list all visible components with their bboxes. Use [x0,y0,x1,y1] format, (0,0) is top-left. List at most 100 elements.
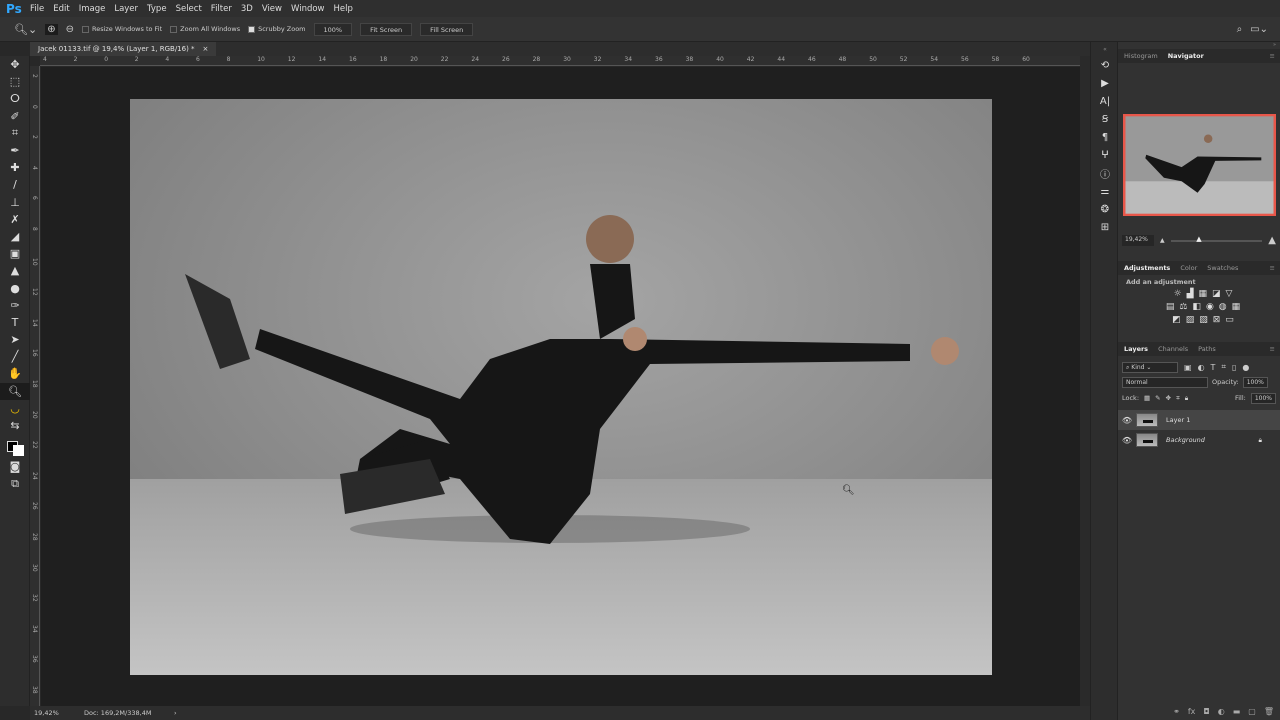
menu-help[interactable]: Help [334,4,353,14]
tab-channels[interactable]: Channels [1158,345,1188,353]
gradient-tool-icon[interactable]: ▣ [0,245,30,262]
curves-icon[interactable]: ▦ [1199,289,1208,299]
panel-menu-icon[interactable]: ≡ [1270,52,1275,60]
opacity-field[interactable]: 100% [1242,376,1268,388]
fill-screen-button[interactable]: Fill Screen [420,22,474,36]
menu-window[interactable]: Window [291,4,325,14]
move-tool-icon[interactable]: ✥ [0,56,30,73]
collapse-icon[interactable]: « [1091,42,1119,56]
zoom-out-icon[interactable]: ⊖ [66,24,74,35]
group-icon[interactable]: ▬ [1233,707,1241,716]
tool-presets-icon[interactable]: ⊞ [1091,218,1119,236]
tab-histogram[interactable]: Histogram [1124,52,1158,60]
resize-windows-checkbox[interactable]: Resize Windows to Fit [81,25,162,33]
fill-field[interactable]: 100% [1250,392,1276,404]
blend-mode-select[interactable]: Normal [1122,376,1208,388]
navigator-zoom-slider[interactable]: ▲ [1170,235,1263,243]
filter-pixel-icon[interactable]: ▣ [1184,363,1192,372]
menu-layer[interactable]: Layer [114,4,138,14]
lock-all-icon[interactable]: 🔒︎ [1185,394,1188,403]
tab-paths[interactable]: Paths [1198,345,1216,353]
filter-shape-icon[interactable]: ⌗ [1221,362,1226,372]
filter-type-icon[interactable]: T [1211,363,1216,372]
panel-menu-icon[interactable]: ≡ [1270,345,1275,353]
menu-select[interactable]: Select [176,4,202,14]
mask-icon[interactable]: ◘ [1203,707,1209,716]
slider-thumb[interactable]: ▲ [1196,235,1201,243]
scrubby-zoom-checkbox[interactable]: Scrubby Zoom [248,25,306,33]
visibility-eye-icon[interactable]: 👁︎ [1118,416,1136,425]
zoom-100-button[interactable]: 100% [313,22,353,36]
zoom-in-mountain-icon[interactable]: ▲ [1268,235,1276,246]
photo-filter-icon[interactable]: ◉ [1206,302,1214,312]
tab-navigator[interactable]: Navigator [1168,52,1204,60]
type-tool-icon[interactable]: T [0,314,30,331]
layer-filter-select[interactable]: ⌕ Kind ⌄ [1122,361,1178,373]
pen-tool-icon[interactable]: ✑ [0,297,30,314]
menu-filter[interactable]: Filter [211,4,232,14]
menu-edit[interactable]: Edit [53,4,69,14]
tab-swatches[interactable]: Swatches [1207,264,1238,272]
tab-adjustments[interactable]: Adjustments [1124,264,1170,272]
brightness-icon[interactable]: ☼ [1174,289,1182,299]
brush-tool-icon[interactable]: / [0,176,30,193]
brushes-icon[interactable]: ⵖ [1091,146,1119,164]
fit-screen-button[interactable]: Fit Screen [360,22,413,36]
actions-play-icon[interactable]: ▶ [1091,74,1119,92]
levels-icon[interactable]: ▟ [1187,289,1194,299]
info-icon[interactable]: ⓘ [1091,164,1119,182]
swap-colors-tool-icon[interactable]: ⇆ [0,417,30,434]
vibrance-icon[interactable]: ▽ [1226,289,1233,299]
quick-mask-tool-icon[interactable]: ◙ [0,458,30,475]
visibility-eye-icon[interactable]: 👁︎ [1118,436,1136,445]
healing-tool-icon[interactable]: ✚ [0,159,30,176]
new-layer-icon[interactable]: ▢ [1248,707,1256,716]
status-menu-arrow[interactable]: › [174,709,177,717]
exposure-icon[interactable]: ◪ [1212,289,1221,299]
eraser-tool-icon[interactable]: ◢ [0,228,30,245]
character-icon[interactable]: A| [1091,92,1119,110]
link-icon[interactable]: ⚭ [1173,707,1180,716]
navigator-zoom-field[interactable]: 19,42% [1122,235,1154,246]
lock-transparent-icon[interactable]: ▦ [1144,394,1150,402]
eyedropper-tool-icon[interactable]: ✒ [0,142,30,159]
quick-select-tool-icon[interactable]: ✐ [0,108,30,125]
menu-3d[interactable]: 3D [241,4,253,14]
lock-artboard-icon[interactable]: ⌗ [1176,394,1180,403]
colors-tool-icon[interactable] [0,434,30,458]
menu-file[interactable]: File [30,4,44,14]
posterize-icon[interactable]: ▨ [1186,315,1195,325]
color-lookup-icon[interactable]: ▦ [1232,302,1241,312]
fx-icon[interactable]: fx [1188,707,1196,716]
crop-tool-icon[interactable]: ⌗ [0,125,30,142]
filter-smart-icon[interactable]: ▯ [1232,363,1236,372]
zoom-out-mountain-icon[interactable]: ▲ [1160,237,1165,244]
navigator-preview[interactable] [1123,114,1276,216]
properties-icon[interactable]: ⚌ [1091,182,1119,200]
line-tool-icon[interactable]: ╱ [0,348,30,365]
blur-tool-icon[interactable]: ▲ [0,262,30,279]
history-brush-tool-icon[interactable]: ✗ [0,211,30,228]
menu-image[interactable]: Image [79,4,106,14]
path-select-tool-icon[interactable]: ➤ [0,331,30,348]
invert-icon[interactable]: ◩ [1172,315,1181,325]
vertical-ruler[interactable]: 2 0 2 4 6 8 10 12 14 16 18 20 22 24 26 28 30 32 34 36 38 [30,66,40,706]
menu-view[interactable]: View [262,4,282,14]
search-icon[interactable]: ⌕ [1237,24,1243,35]
panel-menu-icon[interactable]: ≡ [1270,264,1275,272]
filter-toggle[interactable]: ● [1242,363,1249,372]
workspace-icon[interactable]: ▭⌄ [1250,24,1268,35]
document-tab[interactable]: Jacek 01133.tif @ 19,4% (Layer 1, RGB/16… [30,42,217,56]
photo-canvas[interactable] [130,99,992,675]
channel-mixer-icon[interactable]: ◍ [1219,302,1227,312]
layer-name[interactable]: Background [1166,436,1205,444]
layer-row[interactable]: 👁︎ Background 🔒︎ [1118,430,1280,450]
glyphs-icon[interactable]: Ꞩ [1091,110,1119,128]
lock-pixels-icon[interactable]: ✎ [1155,394,1160,402]
selective-color-icon[interactable]: ⊠ [1213,315,1221,325]
adjustment-layer-icon[interactable]: ◐ [1218,707,1225,716]
hue-sat-icon[interactable]: ▤ [1166,302,1175,312]
gradient-map-icon[interactable]: ▭ [1225,315,1234,325]
lasso-tool-icon[interactable]: ⵔ [0,90,30,107]
hand-tool-icon[interactable]: ✋ [0,365,30,382]
